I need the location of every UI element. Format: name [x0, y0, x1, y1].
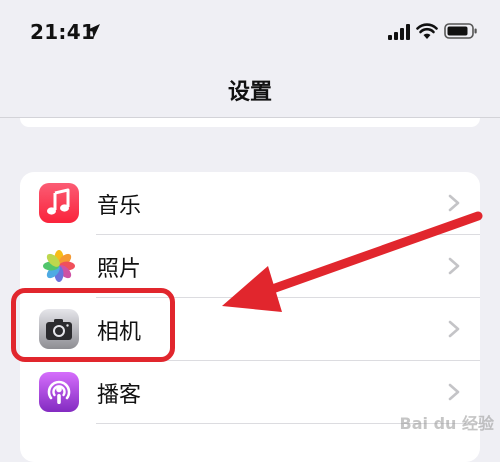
- chevron-right-icon: [448, 320, 460, 338]
- navigation-bar: 设置: [0, 62, 500, 118]
- previous-settings-group-edge: [20, 118, 480, 127]
- chevron-right-icon: [448, 194, 460, 212]
- cellular-signal-icon: [388, 24, 410, 40]
- settings-row-music[interactable]: 音乐: [20, 172, 480, 234]
- chevron-right-icon: [448, 383, 460, 401]
- chevron-right-icon: [448, 257, 460, 275]
- photos-app-icon: [39, 246, 79, 286]
- location-arrow-icon: [86, 24, 100, 38]
- settings-row-label: 照片: [97, 257, 142, 282]
- podcasts-app-icon: [39, 372, 79, 412]
- status-bar: 21:41: [0, 0, 500, 62]
- battery-icon: [444, 23, 477, 39]
- page-title: 设置: [227, 80, 272, 105]
- wifi-icon: [416, 23, 438, 39]
- watermark: Bai du 经验: [399, 414, 494, 433]
- settings-row-label: 音乐: [97, 194, 142, 219]
- settings-row-label: 播客: [97, 383, 142, 408]
- annotation-highlight-box: [11, 288, 175, 362]
- music-app-icon: [39, 183, 79, 223]
